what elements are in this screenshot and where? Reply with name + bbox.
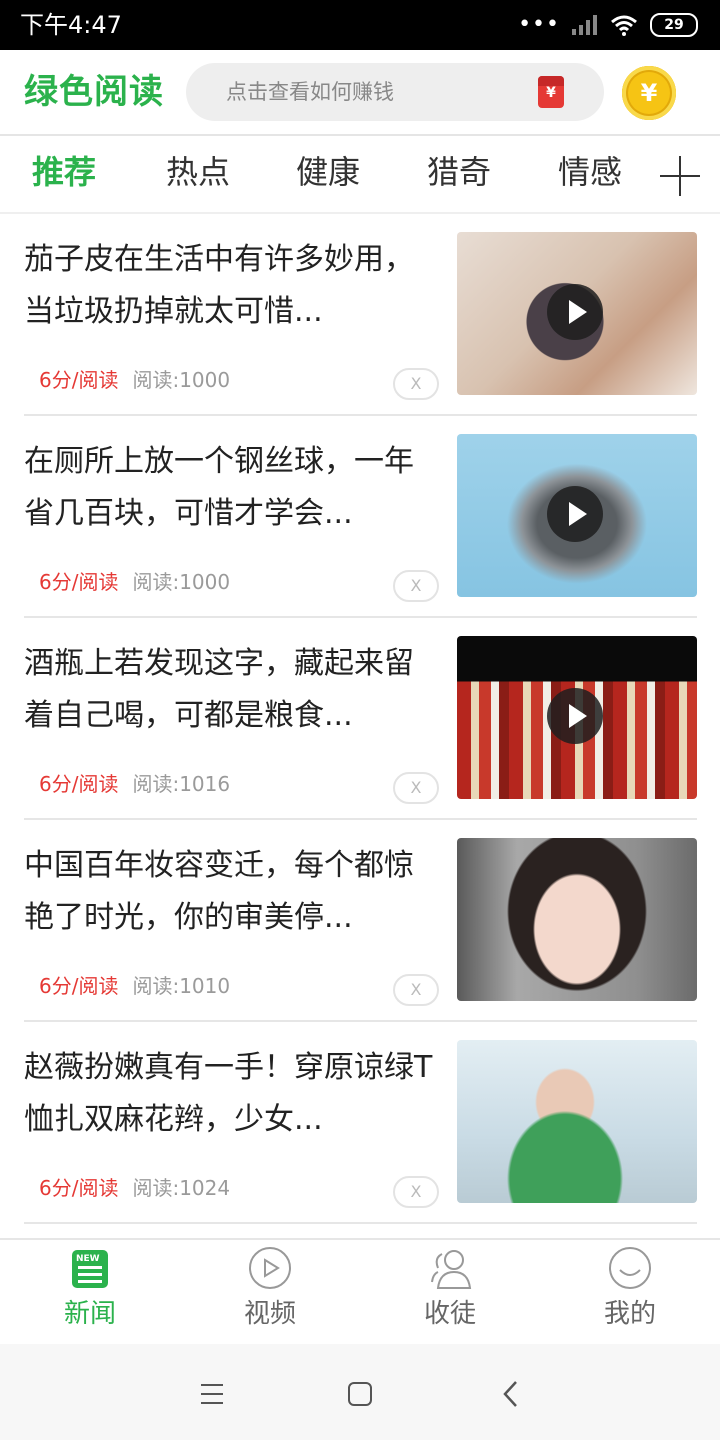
back-icon[interactable] (492, 1374, 532, 1414)
wifi-icon (611, 15, 637, 36)
app-title: 绿色阅读 (24, 72, 164, 112)
nav-profile[interactable]: 我的 (540, 1240, 720, 1346)
system-nav-bar (0, 1344, 720, 1440)
price-label: 6分/阅读 (39, 772, 119, 796)
article-title: 茄子皮在生活中有许多妙用，当垃圾扔掉就太可惜... (24, 242, 414, 329)
dismiss-button[interactable]: X (393, 368, 439, 400)
notification-dots-icon: ••• (518, 12, 560, 37)
dismiss-button[interactable]: X (393, 570, 439, 602)
nav-apprentice[interactable]: 收徒 (360, 1240, 540, 1346)
read-count: 阅读:1010 (132, 974, 231, 998)
dismiss-button[interactable]: X (393, 772, 439, 804)
dismiss-button[interactable]: X (393, 974, 439, 1006)
dismiss-button[interactable]: X (393, 1176, 439, 1208)
price-label: 6分/阅读 (39, 1176, 119, 1200)
article-meta: 6分/阅读 阅读:1016 (39, 770, 230, 798)
battery-icon: 29 (650, 13, 698, 37)
article-thumbnail (457, 1040, 697, 1203)
article-meta: 6分/阅读 阅读:1000 (39, 568, 230, 596)
price-label: 6分/阅读 (39, 974, 119, 998)
article-thumbnail[interactable] (457, 636, 697, 799)
nav-label-apprentice: 收徒 (423, 1299, 476, 1329)
bottom-nav: NEW 新闻 视频 收徒 我的 (0, 1238, 720, 1346)
red-envelope-icon[interactable]: ¥ (538, 76, 564, 108)
nav-label-video: 视频 (243, 1299, 296, 1329)
status-bar: 下午4:47 ••• 29 (0, 0, 720, 50)
coin-icon[interactable]: ¥ (622, 66, 676, 120)
nav-video[interactable]: 视频 (180, 1240, 360, 1346)
tab-health[interactable]: 健康 (296, 150, 360, 194)
users-icon (431, 1250, 472, 1289)
read-count: 阅读:1000 (132, 570, 231, 594)
status-icons: ••• 29 (518, 12, 698, 38)
play-icon[interactable] (547, 284, 603, 340)
search-bar[interactable]: 点击查看如何赚钱 ¥ (186, 63, 604, 121)
read-count: 阅读:1000 (132, 368, 231, 392)
tab-recommend[interactable]: 推荐 (32, 150, 96, 194)
signal-icon (572, 15, 597, 35)
news-icon: NEW (72, 1250, 108, 1288)
article-meta: 6分/阅读 阅读:1010 (39, 972, 230, 1000)
nav-label-news: 新闻 (63, 1299, 116, 1329)
nav-news[interactable]: NEW 新闻 (0, 1240, 180, 1346)
price-label: 6分/阅读 (39, 570, 119, 594)
news-badge-text: NEW (76, 1254, 100, 1264)
article-item[interactable]: 中国百年妆容变迁，每个都惊艳了时光，你的审美停... 6分/阅读 阅读:1010 … (24, 820, 697, 1022)
home-icon[interactable] (340, 1374, 380, 1414)
price-label: 6分/阅读 (39, 368, 119, 392)
status-time: 下午4:47 (20, 11, 122, 39)
play-icon[interactable] (547, 688, 603, 744)
video-icon (249, 1247, 291, 1289)
read-count: 阅读:1024 (132, 1176, 231, 1200)
article-thumbnail (457, 838, 697, 1001)
article-item[interactable]: 茄子皮在生活中有许多妙用，当垃圾扔掉就太可惜... 6分/阅读 阅读:1000 X (24, 214, 697, 416)
nav-label-profile: 我的 (603, 1299, 656, 1329)
category-tabs: 推荐 热点 健康 猎奇 情感 (0, 136, 720, 214)
article-item[interactable]: 赵薇扮嫩真有一手！穿原谅绿T恤扎双麻花辫，少女... 6分/阅读 阅读:1024 … (24, 1022, 697, 1224)
tab-emotion[interactable]: 情感 (558, 150, 622, 194)
article-title: 酒瓶上若发现这字，藏起来留着自己喝，可都是粮食... (24, 646, 414, 733)
article-thumbnail[interactable] (457, 434, 697, 597)
smile-icon (609, 1247, 651, 1289)
tab-hot[interactable]: 热点 (166, 150, 230, 194)
app-header: 绿色阅读 点击查看如何赚钱 ¥ ¥ (0, 50, 720, 136)
search-placeholder: 点击查看如何赚钱 (226, 80, 394, 104)
add-tab-icon[interactable] (660, 156, 700, 196)
article-item[interactable]: 酒瓶上若发现这字，藏起来留着自己喝，可都是粮食... 6分/阅读 阅读:1016 … (24, 618, 697, 820)
article-thumbnail[interactable] (457, 232, 697, 395)
article-item[interactable]: 在厕所上放一个钢丝球，一年省几百块，可惜才学会... 6分/阅读 阅读:1000 … (24, 416, 697, 618)
article-title: 中国百年妆容变迁，每个都惊艳了时光，你的审美停... (24, 848, 414, 935)
article-meta: 6分/阅读 阅读:1024 (39, 1174, 230, 1202)
read-count: 阅读:1016 (132, 772, 231, 796)
menu-icon[interactable] (192, 1374, 232, 1414)
article-title: 赵薇扮嫩真有一手！穿原谅绿T恤扎双麻花辫，少女... (24, 1050, 433, 1137)
play-icon[interactable] (547, 486, 603, 542)
tab-curious[interactable]: 猎奇 (427, 150, 491, 194)
article-meta: 6分/阅读 阅读:1000 (39, 366, 230, 394)
article-title: 在厕所上放一个钢丝球，一年省几百块，可惜才学会... (24, 444, 414, 531)
